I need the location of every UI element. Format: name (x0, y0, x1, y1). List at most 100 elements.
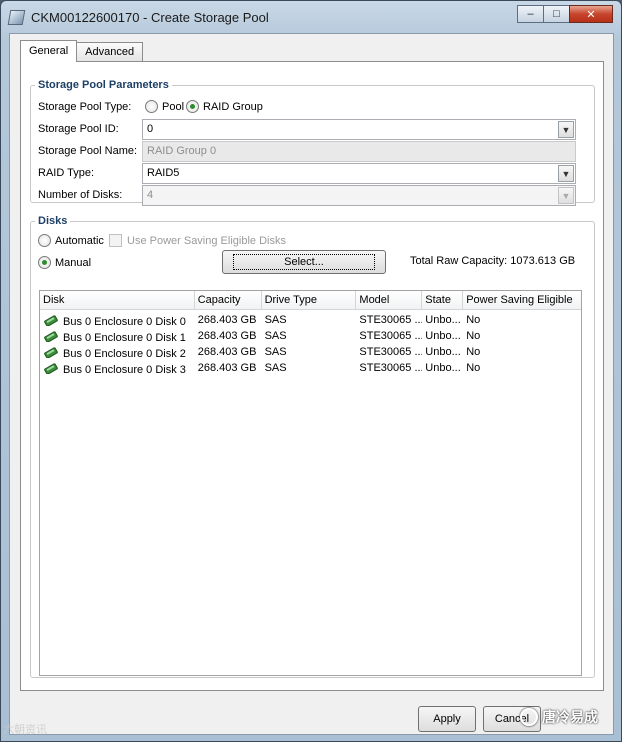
chevron-down-icon[interactable]: ▼ (558, 121, 574, 138)
disk-cell: Bus 0 Enclosure 0 Disk 3 (40, 360, 195, 376)
model-cell: STE30065 ... (359, 314, 423, 326)
minimize-button[interactable]: – (517, 5, 544, 23)
automatic-radio[interactable]: Automatic (38, 234, 104, 247)
drive-type-cell: SAS (264, 314, 287, 326)
raid-type-label: RAID Type: (38, 167, 95, 179)
automatic-radio-label: Automatic (55, 234, 104, 247)
pool-name-field[interactable]: RAID Group 0 (142, 141, 576, 162)
raid-type-combobox[interactable]: RAID5 ▼ (142, 163, 576, 184)
chevron-down-icon[interactable]: ▼ (558, 165, 574, 182)
manual-radio-label: Manual (55, 256, 92, 269)
column-header-model[interactable]: Model (356, 291, 423, 309)
maximize-button[interactable]: □ (543, 5, 570, 23)
num-disks-label: Number of Disks: (38, 189, 123, 201)
app-icon (7, 10, 26, 25)
select-disks-button[interactable]: Select... (222, 250, 386, 274)
state-cell: Unbo... (425, 314, 461, 326)
pool-id-value: 0 (147, 123, 154, 135)
disks-table-header: Disk Capacity Drive Type Model State Pow… (40, 291, 581, 310)
table-row[interactable]: Bus 0 Enclosure 0 Disk 2 268.403 GB SAS … (40, 344, 581, 360)
tab-strip: General Advanced (20, 40, 144, 62)
disk-name: Bus 0 Enclosure 0 Disk 3 (63, 364, 186, 376)
apply-button[interactable]: Apply (418, 706, 476, 732)
drive-type-cell: SAS (264, 362, 287, 374)
raid-group-radio-circle[interactable] (186, 100, 199, 113)
pool-name-label: Storage Pool Name: (38, 145, 138, 157)
drive-type-cell: SAS (264, 346, 287, 358)
disks-table[interactable]: Disk Capacity Drive Type Model State Pow… (39, 290, 582, 676)
watermark-left: 六朝资讯 (3, 724, 47, 736)
pool-radio-label: Pool (162, 100, 185, 113)
column-header-state[interactable]: State (422, 291, 464, 309)
num-disks-combobox[interactable]: 4 ▼ (142, 185, 576, 206)
storage-pool-parameters-legend: Storage Pool Parameters (38, 79, 169, 91)
dialog-client-area: General Advanced Storage Pool Parameters… (9, 33, 614, 735)
close-button[interactable]: ✕ (569, 5, 613, 23)
disk-drive-icon (44, 347, 58, 358)
select-disks-button-label: Select... (233, 254, 375, 270)
dialog-window: CKM00122600170 - Create Storage Pool – □… (0, 0, 622, 742)
raid-type-value: RAID5 (147, 167, 180, 179)
disks-table-body: Bus 0 Enclosure 0 Disk 0 268.403 GB SAS … (40, 310, 581, 376)
state-cell: Unbo... (425, 362, 461, 374)
model-cell: STE30065 ... (359, 330, 423, 342)
pool-radio-circle[interactable] (145, 100, 158, 113)
column-header-drive-type[interactable]: Drive Type (262, 291, 357, 309)
table-row[interactable]: Bus 0 Enclosure 0 Disk 3 268.403 GB SAS … (40, 360, 581, 376)
column-header-capacity[interactable]: Capacity (195, 291, 262, 309)
table-row[interactable]: Bus 0 Enclosure 0 Disk 0 268.403 GB SAS … (40, 312, 581, 328)
manual-radio-circle[interactable] (38, 256, 51, 269)
disk-name: Bus 0 Enclosure 0 Disk 0 (63, 316, 186, 328)
disk-drive-icon (44, 363, 58, 374)
state-cell: Unbo... (425, 346, 461, 358)
model-cell: STE30065 ... (359, 346, 423, 358)
automatic-radio-circle[interactable] (38, 234, 51, 247)
pool-id-combobox[interactable]: 0 ▼ (142, 119, 576, 140)
capacity-cell: 268.403 GB (197, 314, 257, 326)
power-saving-cell: No (466, 330, 481, 342)
tab-general[interactable]: General (20, 40, 78, 62)
capacity-cell: 268.403 GB (197, 346, 257, 358)
pool-type-label: Storage Pool Type: (38, 101, 132, 113)
total-raw-capacity: Total Raw Capacity: 1073.613 GB (410, 255, 576, 267)
raid-group-radio-label: RAID Group (203, 100, 263, 113)
disk-drive-icon (44, 331, 58, 342)
watermark-right-text: 唐冷易成 (542, 709, 598, 725)
general-tab-page: Storage Pool Parameters Storage Pool Typ… (20, 61, 604, 691)
power-saving-cell: No (466, 346, 481, 358)
state-cell: Unbo... (425, 330, 461, 342)
disk-cell: Bus 0 Enclosure 0 Disk 2 (40, 344, 195, 360)
power-saving-checkbox-box[interactable] (109, 234, 122, 247)
disk-cell: Bus 0 Enclosure 0 Disk 1 (40, 328, 195, 344)
column-header-disk[interactable]: Disk (40, 291, 195, 309)
power-saving-checkbox[interactable]: Use Power Saving Eligible Disks (109, 234, 286, 247)
power-saving-checkbox-label: Use Power Saving Eligible Disks (127, 234, 286, 247)
disk-drive-icon (44, 315, 58, 326)
storage-pool-parameters-group: Storage Pool Parameters Storage Pool Typ… (30, 79, 595, 206)
model-cell: STE30065 ... (359, 362, 423, 374)
chevron-down-icon[interactable]: ▼ (558, 187, 574, 204)
power-saving-cell: No (466, 314, 481, 326)
raid-group-radio[interactable]: RAID Group (186, 100, 263, 113)
disks-group: Disks Automatic Use Power Saving Eligibl… (30, 215, 595, 678)
drive-type-cell: SAS (264, 330, 287, 342)
manual-radio[interactable]: Manual (38, 256, 91, 269)
pool-id-label: Storage Pool ID: (38, 123, 119, 135)
disk-cell: Bus 0 Enclosure 0 Disk 0 (40, 312, 195, 328)
disk-name: Bus 0 Enclosure 0 Disk 2 (63, 348, 186, 360)
power-saving-cell: No (466, 362, 481, 374)
title-bar[interactable]: CKM00122600170 - Create Storage Pool – □… (1, 1, 621, 33)
disks-legend: Disks (38, 215, 68, 227)
watermark-logo-icon (520, 708, 538, 726)
column-header-power-saving[interactable]: Power Saving Eligible (463, 291, 581, 309)
pool-radio[interactable]: Pool (145, 100, 184, 113)
table-row[interactable]: Bus 0 Enclosure 0 Disk 1 268.403 GB SAS … (40, 328, 581, 344)
caption-buttons: – □ ✕ (517, 5, 613, 23)
window-title: CKM00122600170 - Create Storage Pool (31, 10, 269, 25)
disk-name: Bus 0 Enclosure 0 Disk 1 (63, 332, 186, 344)
num-disks-value: 4 (147, 189, 154, 201)
capacity-cell: 268.403 GB (197, 330, 257, 342)
capacity-cell: 268.403 GB (197, 362, 257, 374)
tab-advanced[interactable]: Advanced (76, 42, 144, 62)
watermark-right: 唐冷易成 (520, 707, 598, 727)
